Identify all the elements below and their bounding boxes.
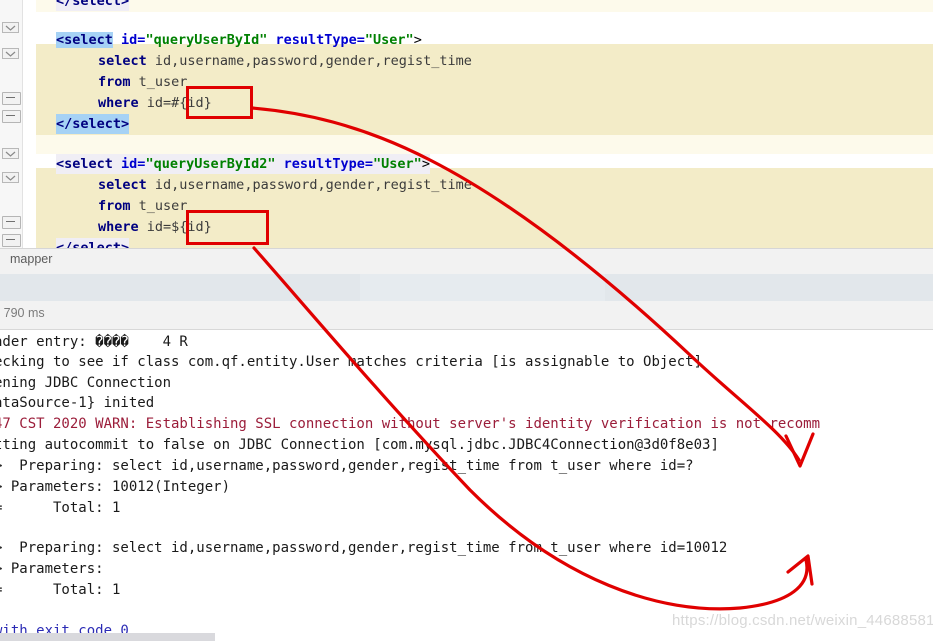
sql-from-keyword: from bbox=[98, 198, 131, 214]
sql-select-keyword: select bbox=[98, 53, 147, 69]
sql-table: t_user bbox=[130, 74, 188, 90]
hash-placeholder-highlight-box bbox=[186, 86, 253, 119]
console-line-total: = Total: 1 bbox=[0, 500, 121, 516]
run-duration-row: - 790 ms bbox=[0, 301, 933, 330]
breadcrumb-tab-strip[interactable]: mapper bbox=[0, 248, 933, 275]
select-open-tag-token: <select bbox=[56, 156, 113, 172]
segment bbox=[0, 274, 361, 301]
close-tag-token: </select> bbox=[56, 0, 130, 9]
console-line-parameters: > Parameters: 10012(Integer) bbox=[0, 479, 231, 495]
code-line[interactable]: </select> bbox=[22, 114, 933, 134]
code-line[interactable]: where id=#{id} bbox=[22, 93, 933, 113]
console-horizontal-scrollbar[interactable] bbox=[0, 633, 215, 641]
sql-from-keyword: from bbox=[98, 74, 131, 90]
console-line: ecking to see if class com.qf.entity.Use… bbox=[0, 354, 703, 370]
sql-columns: id,username,password,gender,regist_time bbox=[146, 53, 472, 69]
fold-marker-icon[interactable] bbox=[2, 92, 21, 105]
sql-table: t_user bbox=[130, 198, 188, 214]
console-line-parameters: > Parameters: bbox=[0, 561, 104, 577]
fold-marker-icon[interactable] bbox=[2, 172, 19, 183]
sql-condition-prefix: id= bbox=[138, 95, 172, 111]
code-editor-pane[interactable]: </select> <select id="queryUserById" res… bbox=[0, 0, 933, 248]
attr-resulttype-value: "User" bbox=[373, 156, 422, 172]
console-line: ader entry: ���� 4 R bbox=[0, 334, 188, 350]
segment bbox=[360, 274, 606, 301]
code-block-highlight bbox=[36, 135, 933, 154]
dollar-placeholder-highlight-box bbox=[186, 210, 269, 245]
code-line[interactable]: where id=${id} bbox=[22, 217, 933, 237]
ide-screenshot-root: </select> <select id="queryUserById" res… bbox=[0, 0, 933, 641]
fold-marker-icon[interactable] bbox=[2, 22, 19, 33]
console-line: ening JDBC Connection bbox=[0, 375, 172, 391]
code-line[interactable]: select id,username,password,gender,regis… bbox=[22, 51, 933, 71]
attr-id-name: id= bbox=[121, 156, 146, 172]
attr-resulttype-name: resultType= bbox=[283, 156, 374, 172]
select-open-tag-token: <select bbox=[56, 32, 113, 48]
fold-marker-icon[interactable] bbox=[2, 216, 21, 229]
attr-id-name: id= bbox=[121, 32, 146, 48]
attr-id-value: "queryUserById2" bbox=[145, 156, 276, 172]
run-progress-segment-bar bbox=[0, 274, 933, 302]
console-output-pane[interactable]: ader entry: ���� 4 R ecking to see if cl… bbox=[0, 330, 933, 641]
console-line: ataSource-1} inited bbox=[0, 395, 155, 411]
sql-where-keyword: where bbox=[98, 219, 139, 235]
console-line-preparing: > Preparing: select id,username,password… bbox=[0, 540, 728, 556]
watermark-url: https://blog.csdn.net/weixin_44688581 bbox=[672, 612, 933, 629]
editor-gutter[interactable] bbox=[0, 0, 23, 248]
fold-marker-icon[interactable] bbox=[2, 148, 19, 159]
duration-label: - 790 ms bbox=[0, 306, 45, 320]
sql-columns: id,username,password,gender,regist_time bbox=[146, 177, 472, 193]
breadcrumb-mapper[interactable]: mapper bbox=[10, 252, 52, 266]
code-line[interactable]: </select> bbox=[22, 0, 933, 11]
code-line[interactable]: from t_user bbox=[22, 72, 933, 92]
attr-resulttype-value: "User" bbox=[364, 32, 414, 48]
console-line-warning: 47 CST 2020 WARN: Establishing SSL conne… bbox=[0, 416, 821, 432]
close-tag-token: </select> bbox=[56, 240, 130, 248]
fold-marker-icon[interactable] bbox=[2, 234, 21, 247]
sql-select-keyword: select bbox=[98, 177, 147, 193]
console-line-preparing: > Preparing: select id,username,password… bbox=[0, 458, 694, 474]
close-tag-token: </select> bbox=[56, 116, 130, 132]
console-line-total: = Total: 1 bbox=[0, 582, 121, 598]
console-line: tting autocommit to false on JDBC Connec… bbox=[0, 437, 719, 453]
code-line[interactable]: <select id="queryUserById2" resultType="… bbox=[22, 154, 933, 174]
tag-end-token: > bbox=[413, 32, 422, 48]
code-line[interactable]: select id,username,password,gender,regis… bbox=[22, 175, 933, 195]
segment bbox=[605, 274, 933, 301]
code-line[interactable]: <select id="queryUserById" resultType="U… bbox=[22, 30, 933, 50]
code-line[interactable]: from t_user bbox=[22, 196, 933, 216]
fold-marker-icon[interactable] bbox=[2, 48, 19, 59]
fold-marker-icon[interactable] bbox=[2, 110, 21, 123]
code-line[interactable]: </select> bbox=[22, 238, 933, 248]
sql-where-keyword: where bbox=[98, 95, 139, 111]
tag-end-token: > bbox=[421, 156, 430, 172]
attr-resulttype-name: resultType= bbox=[275, 32, 365, 48]
editor-code-area[interactable]: </select> <select id="queryUserById" res… bbox=[22, 0, 933, 248]
attr-id-value: "queryUserById" bbox=[145, 32, 268, 48]
sql-condition-prefix: id= bbox=[138, 219, 172, 235]
